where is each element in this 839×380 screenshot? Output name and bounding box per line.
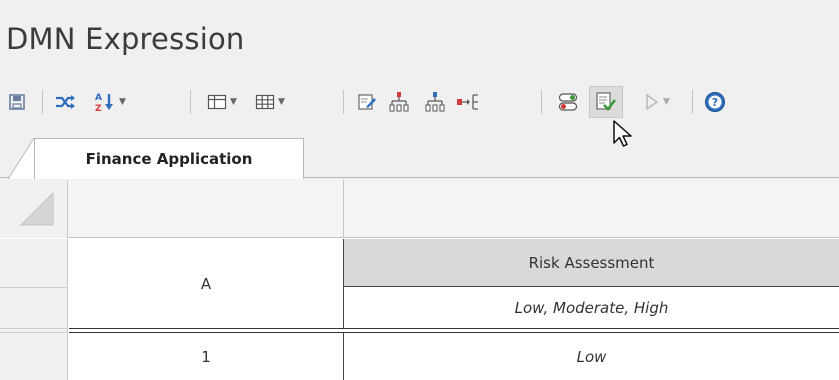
shuffle-button[interactable] bbox=[50, 86, 80, 118]
save-button[interactable] bbox=[2, 86, 32, 118]
chevron-down-icon: ▼ bbox=[278, 97, 285, 107]
toggle-button[interactable] bbox=[553, 86, 583, 118]
mouse-cursor-icon bbox=[613, 120, 632, 147]
column-header-row bbox=[0, 180, 839, 238]
input-column-header[interactable]: A bbox=[69, 239, 344, 328]
run-button[interactable]: ▼ bbox=[634, 86, 680, 118]
output-column-label: Risk Assessment bbox=[528, 253, 655, 272]
header-double-rule bbox=[69, 328, 839, 329]
row-divider bbox=[0, 287, 68, 288]
toolbar-separator bbox=[692, 90, 693, 114]
toolbar-separator bbox=[190, 90, 191, 114]
toolbar-separator bbox=[541, 90, 542, 114]
output-allowed-values[interactable]: Low, Moderate, High bbox=[344, 288, 839, 328]
add-child-node-icon bbox=[389, 92, 409, 112]
tab-strip: Finance Application bbox=[0, 138, 839, 179]
corner-triangle-icon bbox=[20, 192, 54, 226]
dmn-expression-window: DMN Expression A Z ▼ ▼ ▼ ▼ ? Finance App… bbox=[0, 0, 839, 380]
allowed-values-text: Low, Moderate, High bbox=[514, 299, 669, 317]
select-all-corner[interactable] bbox=[0, 180, 68, 238]
run-icon bbox=[646, 93, 659, 111]
decision-table: A Risk Assessment Low, Moderate, High 1 … bbox=[0, 180, 839, 380]
column-divider bbox=[343, 180, 344, 238]
add-child-node-button[interactable] bbox=[384, 86, 414, 118]
help-button[interactable]: ? bbox=[700, 86, 730, 118]
row-header-column bbox=[0, 239, 68, 380]
table-grid-icon bbox=[255, 94, 275, 110]
table-grid-button[interactable]: ▼ bbox=[248, 86, 292, 118]
rule-number: 1 bbox=[201, 347, 211, 366]
help-icon: ? bbox=[705, 92, 725, 112]
sort-button[interactable]: A Z ▼ bbox=[84, 86, 136, 118]
toolbar-separator bbox=[343, 90, 344, 114]
row-divider bbox=[0, 332, 68, 333]
connect-button[interactable] bbox=[452, 86, 484, 118]
toggle-icon bbox=[558, 93, 578, 111]
edit-button[interactable] bbox=[352, 86, 382, 118]
connect-icon bbox=[457, 94, 478, 110]
insert-column-button[interactable]: ▼ bbox=[200, 86, 244, 118]
insert-column-icon bbox=[207, 94, 227, 110]
rule-output-cell[interactable]: Low bbox=[344, 333, 839, 380]
tab-finance-application[interactable]: Finance Application bbox=[34, 138, 304, 179]
add-sibling-node-icon bbox=[425, 92, 445, 112]
validate-icon bbox=[596, 92, 617, 111]
sort-az-icon: A Z bbox=[95, 93, 114, 113]
validate-button[interactable] bbox=[589, 86, 623, 118]
svg-text:Z: Z bbox=[95, 104, 102, 113]
tab-label: Finance Application bbox=[85, 150, 253, 168]
toolbar-separator bbox=[42, 90, 43, 114]
chevron-down-icon: ▼ bbox=[230, 97, 237, 107]
svg-text:?: ? bbox=[712, 96, 718, 109]
rule-number-cell[interactable]: 1 bbox=[69, 333, 344, 380]
shuffle-icon bbox=[56, 95, 75, 109]
row-divider bbox=[0, 328, 68, 329]
chevron-down-icon: ▼ bbox=[119, 97, 126, 107]
add-sibling-node-button[interactable] bbox=[420, 86, 450, 118]
edit-icon bbox=[358, 94, 376, 110]
toolbar: A Z ▼ ▼ ▼ ▼ ? bbox=[0, 86, 839, 124]
input-column-label: A bbox=[200, 274, 212, 293]
rule-output-value: Low bbox=[576, 347, 607, 366]
page-title: DMN Expression bbox=[6, 22, 245, 56]
svg-text:A: A bbox=[95, 93, 102, 103]
save-icon bbox=[9, 94, 25, 110]
output-column-header[interactable]: Risk Assessment bbox=[344, 239, 839, 287]
chevron-down-icon: ▼ bbox=[663, 97, 670, 107]
